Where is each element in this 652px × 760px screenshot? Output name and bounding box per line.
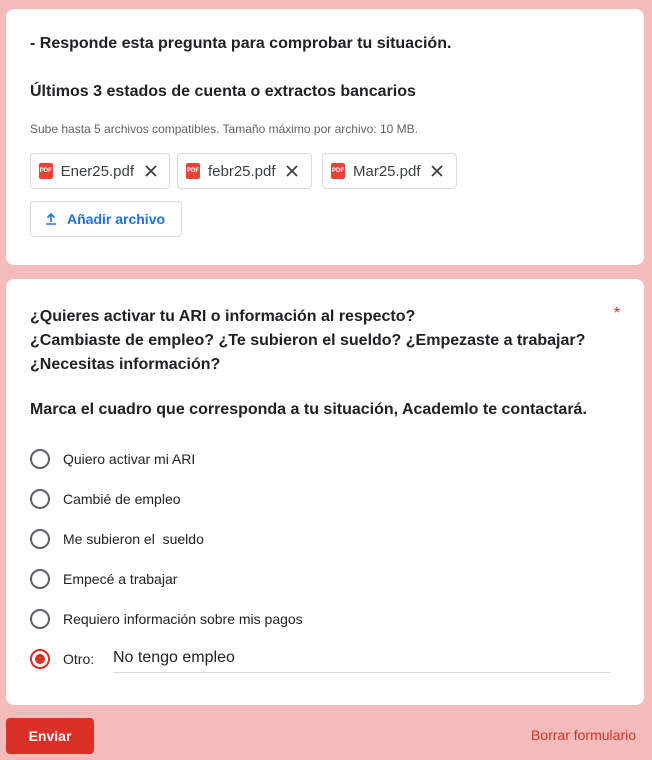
question-card: ¿Quieres activar tu ARI o información al…: [6, 279, 644, 705]
radio-button[interactable]: [30, 529, 50, 549]
section-intro: - Responde esta pregunta para comprobar …: [30, 35, 452, 52]
add-file-button[interactable]: Añadir archivo: [30, 201, 182, 237]
remove-file-icon[interactable]: [429, 161, 446, 181]
file-name: febr25.pdf: [207, 162, 276, 180]
option-activar-ari[interactable]: Quiero activar mi ARI: [30, 447, 195, 471]
question-line-2: ¿Cambiaste de empleo? ¿Te subieron el su…: [30, 332, 586, 349]
clear-form-link[interactable]: Borrar formulario: [531, 727, 636, 743]
add-file-label: Añadir archivo: [67, 211, 166, 227]
pdf-file-icon: PDF: [39, 163, 53, 179]
option-subieron-sueldo[interactable]: Me subieron el sueldo: [30, 527, 204, 551]
file-name: Mar25.pdf: [352, 162, 421, 180]
option-cambie-empleo[interactable]: Cambié de empleo: [30, 487, 181, 511]
file-chip-febr25[interactable]: PDF febr25.pdf: [177, 153, 312, 189]
option-otro[interactable]: Otro:: [30, 647, 94, 671]
radio-button[interactable]: [30, 609, 50, 629]
question-instruction: Marca el cuadro que corresponda a tu sit…: [30, 401, 587, 418]
upload-question-title: Últimos 3 estados de cuenta o extractos …: [30, 83, 416, 100]
question-line-3: ¿Necesitas información?: [30, 356, 221, 373]
radio-button-selected[interactable]: [30, 649, 50, 669]
radio-button[interactable]: [30, 489, 50, 509]
file-chip-ener25[interactable]: PDF Ener25.pdf: [30, 153, 170, 189]
option-label: Quiero activar mi ARI: [63, 451, 196, 467]
pdf-file-icon: PDF: [186, 163, 200, 179]
pdf-file-icon: PDF: [331, 163, 345, 179]
radio-button[interactable]: [30, 449, 50, 469]
upload-hint: Sube hasta 5 archivos compatibles. Tamañ…: [30, 122, 418, 136]
file-name: Ener25.pdf: [60, 162, 134, 180]
option-label: Otro:: [63, 651, 95, 667]
option-info-pagos[interactable]: Requiero información sobre mis pagos: [30, 607, 303, 631]
option-label: Me subieron el sueldo: [63, 531, 204, 547]
option-empece-trabajar[interactable]: Empecé a trabajar: [30, 567, 177, 591]
option-label: Empecé a trabajar: [63, 571, 178, 587]
option-label: Requiero información sobre mis pagos: [63, 611, 303, 627]
radio-button[interactable]: [30, 569, 50, 589]
upload-card: - Responde esta pregunta para comprobar …: [6, 9, 644, 265]
submit-button[interactable]: Enviar: [6, 718, 94, 754]
upload-icon: [46, 213, 56, 225]
question-line-1: ¿Quieres activar tu ARI o información al…: [30, 308, 416, 325]
other-text-input[interactable]: [113, 647, 611, 673]
remove-file-icon[interactable]: [142, 161, 159, 181]
option-label: Cambié de empleo: [63, 491, 181, 507]
file-chip-mar25[interactable]: PDF Mar25.pdf: [322, 153, 457, 189]
question-title: ¿Quieres activar tu ARI o información al…: [30, 305, 610, 377]
required-asterisk: *: [613, 305, 620, 322]
remove-file-icon[interactable]: [284, 161, 301, 181]
